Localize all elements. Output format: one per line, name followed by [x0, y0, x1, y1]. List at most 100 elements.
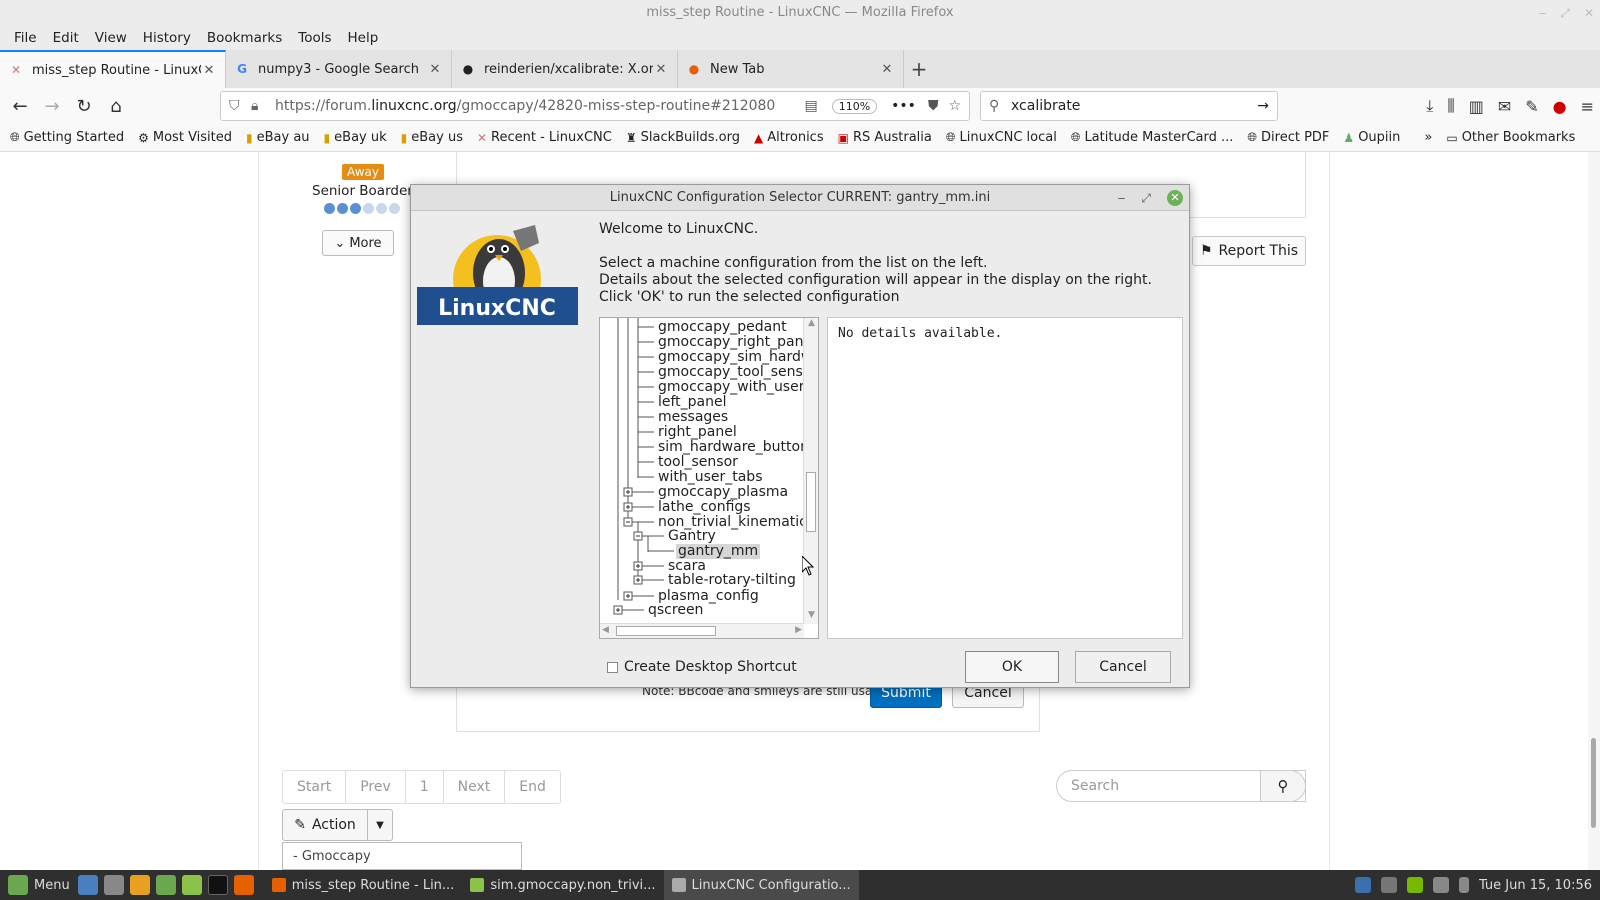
taskbar-task-active[interactable]: LinuxCNC Configuratio...: [663, 870, 859, 900]
search-bar-value[interactable]: xcalibrate: [1011, 98, 1257, 114]
shield-tray-icon[interactable]: [1354, 877, 1371, 893]
scroll-left-arrow-icon[interactable]: ◀: [602, 625, 609, 635]
menu-history[interactable]: History: [135, 30, 199, 46]
maximize-icon[interactable]: ⤢: [1560, 0, 1570, 26]
hamburger-menu-icon[interactable]: ≡: [1581, 97, 1594, 116]
bookmark-item[interactable]: ▮ eBay us: [401, 130, 463, 145]
tab-close-icon[interactable]: ✕: [427, 62, 443, 77]
calculator-launcher-icon[interactable]: [103, 875, 124, 895]
bookmark-item[interactable]: ▮ eBay au: [246, 130, 310, 145]
zoom-level[interactable]: 110%: [831, 98, 878, 114]
bookmark-item[interactable]: 🌐︎ Latitude MasterCard ...: [1071, 130, 1234, 145]
tree-item[interactable]: Gantry: [668, 529, 716, 544]
tree-item[interactable]: with_user_tabs: [658, 470, 763, 485]
tab-google-search[interactable]: G numpy3 - Google Search ✕: [226, 50, 452, 88]
menu-view[interactable]: View: [87, 30, 135, 46]
extension-red-icon[interactable]: ●: [1553, 97, 1567, 116]
tree-item[interactable]: table-rotary-tilting: [668, 573, 796, 588]
shield-icon[interactable]: ⛉: [229, 98, 240, 114]
dialog-maximize-icon[interactable]: ⤢: [1141, 185, 1151, 211]
nvidia-icon[interactable]: [1406, 877, 1423, 893]
mail-launcher-icon[interactable]: [77, 875, 98, 895]
tree-vertical-scrollbar[interactable]: ▲ ▼: [803, 318, 818, 624]
pager-end[interactable]: End: [505, 771, 560, 803]
tree-item[interactable]: gmoccapy_with_user_: [658, 380, 811, 395]
tree-item[interactable]: gmoccapy_pedant: [658, 320, 787, 335]
tab-github[interactable]: ● reinderien/xcalibrate: X.org ✕: [452, 50, 678, 88]
tree-item-selected[interactable]: gantry_mm: [676, 544, 761, 559]
sidebar-icon[interactable]: ▥: [1469, 97, 1484, 116]
scroll-thumb[interactable]: [806, 472, 816, 532]
start-menu-button[interactable]: Menu: [0, 875, 78, 895]
bookmark-item[interactable]: ⚙ Most Visited: [138, 130, 232, 145]
new-tab-plus-icon[interactable]: +: [904, 50, 934, 88]
pager-next[interactable]: Next: [444, 771, 506, 803]
scroll-right-arrow-icon[interactable]: ▶: [795, 625, 802, 635]
bookmark-item[interactable]: 🌐︎ LinuxCNC local: [946, 130, 1057, 145]
menu-bookmarks[interactable]: Bookmarks: [199, 30, 290, 46]
pocket-icon[interactable]: ⛊: [928, 98, 939, 114]
home-icon[interactable]: ⌂: [100, 96, 132, 117]
scroll-up-arrow-icon[interactable]: ▲: [804, 318, 818, 332]
tree-item[interactable]: messages: [658, 410, 728, 425]
battery-icon[interactable]: [1458, 877, 1469, 893]
tree-item[interactable]: qscreen: [648, 603, 703, 618]
tree-item[interactable]: tool_sensor: [658, 455, 738, 470]
desktop-shortcut-checkbox[interactable]: [607, 661, 618, 673]
ok-button[interactable]: OK: [965, 651, 1059, 683]
taskbar-task[interactable]: sim.gmoccapy.non_trivi...: [462, 870, 663, 900]
library-icon[interactable]: ⫼: [1447, 96, 1454, 116]
tree-item[interactable]: gmoccapy_plasma: [658, 485, 788, 500]
search-go-arrow-icon[interactable]: →: [1257, 98, 1269, 114]
category-select[interactable]: - Gmoccapy: [282, 842, 522, 870]
tree-item[interactable]: gmoccapy_right_pane: [658, 335, 812, 350]
tab-close-icon[interactable]: ✕: [201, 63, 217, 78]
tab-close-icon[interactable]: ✕: [653, 62, 669, 77]
tree-item[interactable]: sim_hardware_button: [658, 440, 809, 455]
bookmark-item[interactable]: ▲ Altronics: [754, 130, 824, 145]
url-bar[interactable]: ⛉ 🔒︎ https://forum.linuxcnc.org/gmoccapy…: [220, 91, 970, 121]
extension-mail-icon[interactable]: ✉: [1498, 97, 1511, 116]
bookmark-star-icon[interactable]: ☆: [948, 98, 961, 114]
report-button[interactable]: ⚑ Report This: [1192, 236, 1306, 266]
minimize-icon[interactable]: ‒: [1539, 0, 1547, 26]
wifi-icon[interactable]: [1380, 877, 1397, 893]
downloads-icon[interactable]: ⤓: [1426, 96, 1433, 116]
folder-launcher-icon[interactable]: [181, 875, 202, 895]
volume-icon[interactable]: [1432, 877, 1449, 893]
firefox-launcher-icon[interactable]: [233, 875, 254, 895]
config-tree[interactable]: gmoccapy_pedant gmoccapy_right_pane gmoc…: [599, 317, 819, 639]
forward-arrow-icon[interactable]: →: [36, 96, 68, 117]
bookmark-item[interactable]: ▮ eBay uk: [324, 130, 387, 145]
menu-help[interactable]: Help: [340, 30, 387, 46]
tree-item[interactable]: lathe_configs: [658, 500, 751, 515]
dialog-close-icon[interactable]: ✕: [1167, 190, 1183, 206]
scroll-down-arrow-icon[interactable]: ▼: [804, 610, 818, 624]
url-text[interactable]: https://forum.linuxcnc.org/gmoccapy/4282…: [275, 98, 804, 114]
menu-edit[interactable]: Edit: [45, 30, 87, 46]
cancel-button[interactable]: Cancel: [1075, 651, 1171, 683]
bookmark-item[interactable]: ▣ RS Australia: [838, 130, 932, 145]
page-actions-icon[interactable]: •••: [891, 98, 916, 114]
scroll-thumb[interactable]: [616, 626, 716, 636]
action-dropdown-caret-icon[interactable]: ▼: [367, 809, 393, 841]
bookmark-item[interactable]: ♟ Oupiin: [1343, 130, 1400, 145]
menu-tools[interactable]: Tools: [290, 30, 339, 46]
bookmark-item[interactable]: ♜ SlackBuilds.org: [626, 130, 740, 145]
bookmarks-overflow-icon[interactable]: »: [1424, 130, 1432, 145]
desktop-shortcut-option[interactable]: Create Desktop Shortcut: [607, 659, 797, 675]
tree-item[interactable]: left_panel: [658, 395, 727, 410]
bookmark-item[interactable]: 🌐︎ Getting Started: [10, 130, 124, 145]
taskbar-task[interactable]: miss_step Routine - Lin...: [264, 870, 463, 900]
bookmark-item[interactable]: 🌐︎ Direct PDF: [1247, 130, 1329, 145]
action-button[interactable]: ✎ Action: [282, 809, 368, 841]
menu-file[interactable]: File: [6, 30, 45, 46]
terminal-launcher-icon[interactable]: [207, 875, 228, 895]
pager-prev[interactable]: Prev: [346, 771, 406, 803]
lock-icon[interactable]: 🔒︎: [251, 98, 258, 114]
pager-page-1[interactable]: 1: [406, 771, 444, 803]
clock[interactable]: Tue Jun 15, 10:56: [1479, 878, 1592, 893]
tab-linuxcnc-forum[interactable]: ✕ miss_step Routine - LinuxCNC ✕: [0, 50, 226, 88]
other-bookmarks[interactable]: ▭ Other Bookmarks: [1446, 130, 1575, 145]
more-button[interactable]: ⌄ More: [322, 230, 394, 256]
